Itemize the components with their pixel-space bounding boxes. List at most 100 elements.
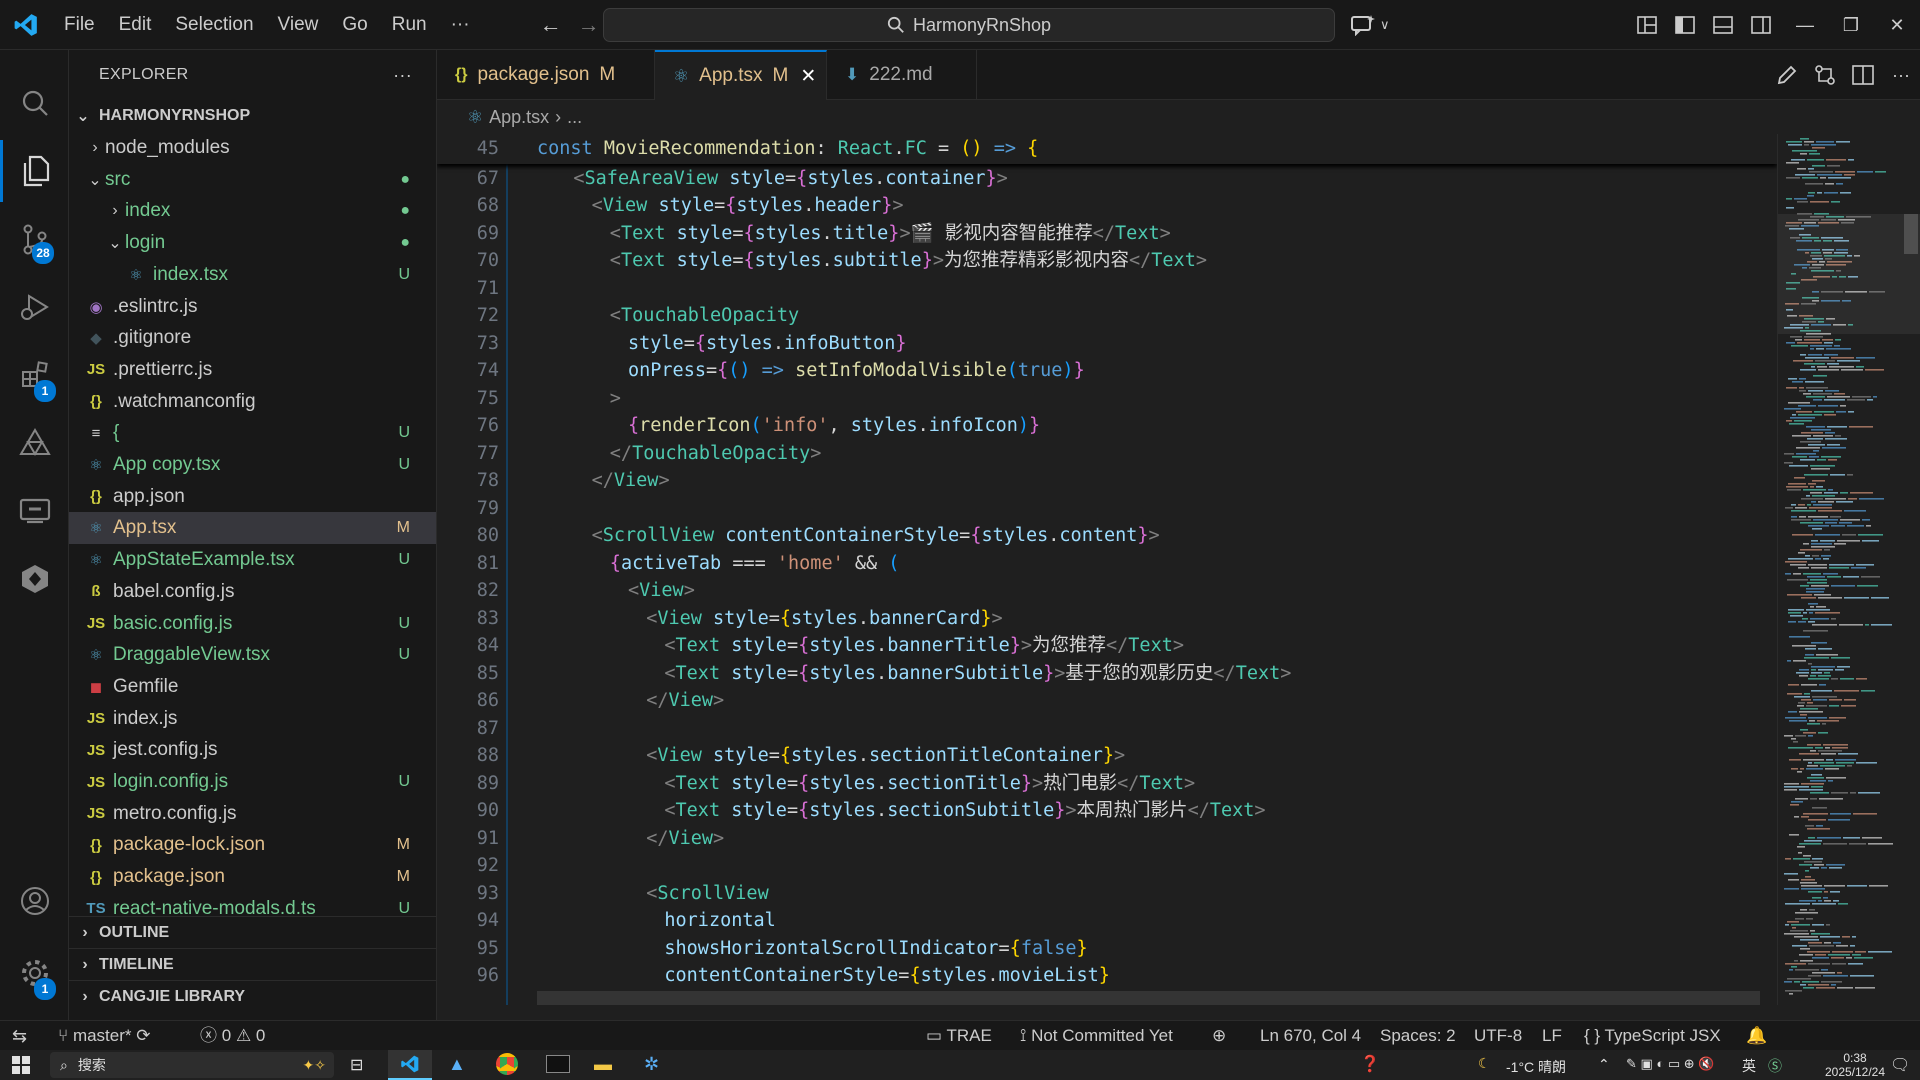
- account-icon[interactable]: [0, 870, 69, 932]
- sticky-scroll-line[interactable]: 45 const MovieRecommendation: React.FC = …: [437, 134, 1777, 164]
- run-debug-icon[interactable]: [0, 276, 69, 338]
- tree-item[interactable]: ≡{U: [69, 417, 436, 449]
- tree-item[interactable]: ⚛ index.tsx U: [69, 259, 436, 291]
- notification-center-icon[interactable]: 🗨: [1890, 1055, 1910, 1075]
- tree-item[interactable]: JS login.config.js U: [69, 766, 436, 798]
- tab-package-json[interactable]: {} package.json M: [437, 50, 655, 100]
- command-center-search[interactable]: HarmonyRnShop: [603, 8, 1335, 42]
- code-line[interactable]: 84 <Text style={styles.bannerTitle}>为您推荐<…: [437, 632, 1777, 660]
- cangjie-library-section[interactable]: › CANGJIE LIBRARY: [69, 980, 436, 1012]
- tray-help-icon[interactable]: ❓: [1360, 1054, 1380, 1074]
- back-arrow-icon[interactable]: ←: [532, 12, 570, 38]
- code-line[interactable]: 82 <View>: [437, 577, 1777, 605]
- tree-item[interactable]: › node_modules: [69, 132, 436, 164]
- code-line[interactable]: 76 {renderIcon('info', styles.infoIcon)}: [437, 412, 1777, 440]
- tree-item[interactable]: ⚛ App copy.tsx U: [69, 449, 436, 481]
- explorer-files-icon[interactable]: [0, 140, 69, 202]
- clock[interactable]: 0:38 2025/12/24: [1820, 1051, 1890, 1079]
- extensions-icon[interactable]: 1: [0, 344, 69, 406]
- code-line[interactable]: 92: [437, 852, 1777, 880]
- code-line[interactable]: 87: [437, 715, 1777, 743]
- code-line[interactable]: 79: [437, 495, 1777, 523]
- language-mode[interactable]: { } TypeScript JSX: [1584, 1021, 1721, 1051]
- close-tab-icon[interactable]: ✕: [800, 65, 816, 88]
- taskbar-chrome-icon[interactable]: [496, 1053, 518, 1075]
- code-line[interactable]: 69 <Text style={styles.title}>🎬 影视内容智能推荐<…: [437, 220, 1777, 248]
- tree-item[interactable]: › index ●: [69, 195, 436, 227]
- toggle-primary-sidebar-icon[interactable]: [1666, 0, 1704, 50]
- open-changes-icon[interactable]: [1806, 50, 1844, 100]
- code-line[interactable]: 77 </TouchableOpacity>: [437, 440, 1777, 468]
- taskbar-terminal-icon[interactable]: [546, 1055, 570, 1073]
- tab-222-md[interactable]: ⬇ 222.md: [827, 50, 977, 100]
- weather-text[interactable]: -1°C 晴朗: [1506, 1057, 1566, 1077]
- end-of-line[interactable]: LF: [1542, 1021, 1562, 1051]
- tree-item[interactable]: ß babel.config.js: [69, 576, 436, 608]
- code-line[interactable]: 75 >: [437, 385, 1777, 413]
- minimap[interactable]: [1777, 134, 1920, 1005]
- menu-view[interactable]: View: [266, 0, 331, 50]
- menu-go[interactable]: Go: [330, 0, 379, 50]
- code-line[interactable]: 73 style={styles.infoButton}: [437, 330, 1777, 358]
- tree-item[interactable]: ⌄ login ●: [69, 227, 436, 259]
- task-view-icon[interactable]: ⊟: [350, 1055, 363, 1075]
- code-line[interactable]: 94 horizontal: [437, 907, 1777, 935]
- tree-item[interactable]: ◉ .eslintrc.js: [69, 291, 436, 323]
- ime-indicator[interactable]: 英: [1742, 1056, 1756, 1076]
- encoding[interactable]: UTF-8: [1474, 1021, 1522, 1051]
- code-line[interactable]: 74 onPress={() => setInfoModalVisible(tru…: [437, 357, 1777, 385]
- tree-item[interactable]: JS jest.config.js: [69, 734, 436, 766]
- git-blame-indicator[interactable]: ⟟ Not Committed Yet: [1020, 1021, 1173, 1051]
- vertical-scrollbar-thumb[interactable]: [1904, 214, 1918, 254]
- ime-logo-icon[interactable]: Ⓢ: [1768, 1056, 1782, 1076]
- windows-start-icon[interactable]: [12, 1056, 30, 1077]
- taskbar-app-icon[interactable]: ✲: [644, 1054, 659, 1075]
- code-line[interactable]: 95 showsHorizontalScrollIndicator={false}: [437, 935, 1777, 963]
- code-line[interactable]: 86 </View>: [437, 687, 1777, 715]
- code-line[interactable]: 91 </View>: [437, 825, 1777, 853]
- trae-indicator[interactable]: ▭ TRAE: [926, 1021, 992, 1051]
- more-actions-icon[interactable]: ···: [1882, 50, 1920, 100]
- source-control-icon[interactable]: 28: [0, 208, 69, 270]
- menu-edit[interactable]: Edit: [107, 0, 164, 50]
- close-window-icon[interactable]: ✕: [1874, 0, 1920, 50]
- minimize-icon[interactable]: —: [1782, 0, 1828, 50]
- horizontal-scrollbar[interactable]: [537, 991, 1760, 1005]
- code-line[interactable]: 83 <View style={styles.bannerCard}>: [437, 605, 1777, 633]
- breadcrumb-file[interactable]: App.tsx: [489, 107, 549, 128]
- tray-chevron-up-icon[interactable]: ⌃: [1598, 1056, 1610, 1073]
- branch-indicator[interactable]: ⑂ master* ⟳: [58, 1021, 151, 1051]
- taskbar-file-explorer-icon[interactable]: ▬: [594, 1054, 612, 1075]
- code-line[interactable]: 67 <SafeAreaView style={styles.container}…: [437, 165, 1777, 193]
- breadcrumb-rest[interactable]: ...: [567, 107, 582, 128]
- menu-file[interactable]: File: [52, 0, 107, 50]
- edit-pencil-icon[interactable]: [1768, 50, 1806, 100]
- copilot-chat-button[interactable]: ∨: [1350, 0, 1390, 50]
- code-line[interactable]: 80 <ScrollView contentContainerStyle={sty…: [437, 522, 1777, 550]
- split-editor-icon[interactable]: [1844, 50, 1882, 100]
- tree-item[interactable]: JS .prettierrc.js: [69, 354, 436, 386]
- forward-arrow-icon[interactable]: →: [570, 12, 608, 38]
- code-line[interactable]: 81 {activeTab === 'home' && (: [437, 550, 1777, 578]
- tree-item[interactable]: JS index.js: [69, 703, 436, 735]
- code-line[interactable]: 68 <View style={styles.header}>: [437, 192, 1777, 220]
- tree-item[interactable]: {} .watchmanconfig: [69, 386, 436, 418]
- code-line[interactable]: 72 <TouchableOpacity: [437, 302, 1777, 330]
- notifications-icon[interactable]: 🔔: [1746, 1021, 1767, 1051]
- tab-app-tsx[interactable]: ⚛ App.tsx M ✕: [655, 50, 827, 100]
- indentation[interactable]: Spaces: 2: [1380, 1021, 1456, 1051]
- code-line[interactable]: 70 <Text style={styles.subtitle}>为您推荐精彩影视…: [437, 247, 1777, 275]
- code-line[interactable]: 93 <ScrollView: [437, 880, 1777, 908]
- tree-item[interactable]: ⚛ App.tsx M: [69, 512, 436, 545]
- problems-indicator[interactable]: ⓧ 0 ⚠ 0: [200, 1021, 265, 1051]
- explorer-more-icon[interactable]: ···: [393, 65, 412, 86]
- cursor-position[interactable]: Ln 670, Col 4: [1260, 1021, 1361, 1051]
- outline-section[interactable]: › OUTLINE: [69, 916, 436, 948]
- taskbar-search[interactable]: ⌕ 搜索 ✦✧: [50, 1052, 334, 1078]
- toggle-secondary-sidebar-icon[interactable]: [1742, 0, 1780, 50]
- menu-more[interactable]: ···: [439, 0, 482, 50]
- menu-selection[interactable]: Selection: [163, 0, 265, 50]
- tree-item[interactable]: ◼ Gemfile: [69, 671, 436, 703]
- tree-item[interactable]: JS basic.config.js U: [69, 608, 436, 640]
- code-line[interactable]: 96 contentContainerStyle={styles.movieLis…: [437, 962, 1777, 990]
